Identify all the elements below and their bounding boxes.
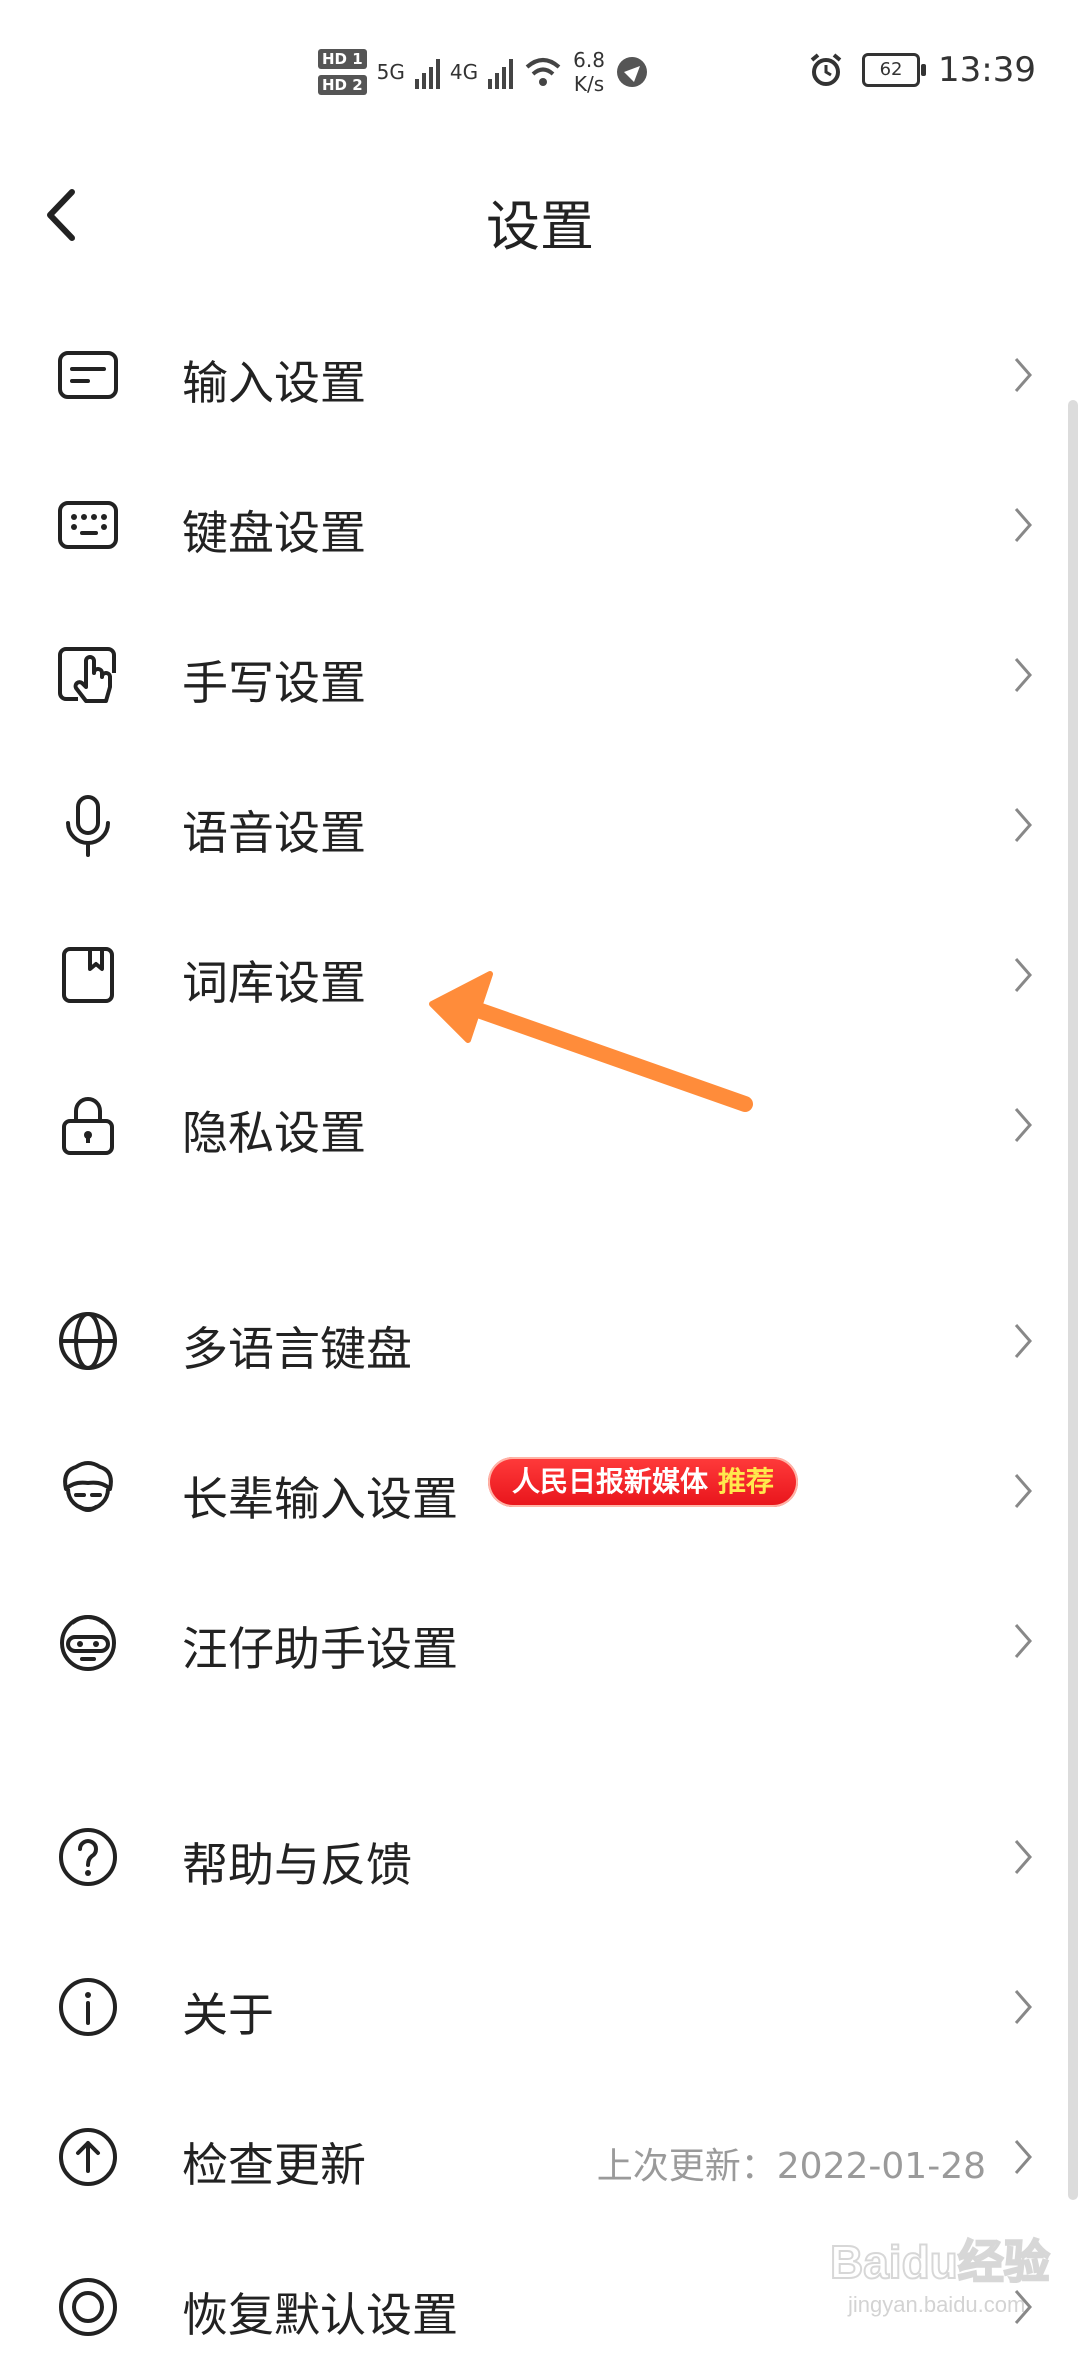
battery-icon: 62 xyxy=(862,53,927,87)
settings-item-label: 汪仔助手设置 xyxy=(182,1622,458,1676)
dictionary-icon xyxy=(62,947,114,1003)
chevron-right-icon xyxy=(1014,2140,1032,2174)
settings-item-dictionary[interactable]: 词库设置 xyxy=(0,903,1080,1043)
keyboard-icon xyxy=(58,501,118,549)
settings-item-label: 语音设置 xyxy=(182,806,366,860)
status-bar: HD 1 HD 2 5G 4G 6.8 K/s 62 13:39 xyxy=(0,0,1080,150)
settings-item-label: 关于 xyxy=(182,1988,274,2042)
watermark-sub: jingyan.baidu.com xyxy=(847,2292,1025,2317)
elder-face-icon xyxy=(63,1461,113,1512)
chevron-right-icon xyxy=(1014,1990,1032,2024)
wifi-icon xyxy=(525,58,561,86)
page-title: 设置 xyxy=(486,195,594,258)
sim1-indicator: HD 1 xyxy=(318,49,367,69)
settings-item-elder-input[interactable]: 长辈输入设置 人民日报新媒体 推荐 xyxy=(0,1419,1080,1559)
settings-item-label: 检查更新 xyxy=(182,2138,366,2192)
chevron-right-icon xyxy=(1014,658,1032,692)
settings-item-label: 输入设置 xyxy=(182,356,366,410)
settings-item-label: 多语言键盘 xyxy=(182,1322,412,1376)
chevron-right-icon xyxy=(1014,1324,1032,1358)
settings-item-help[interactable]: 帮助与反馈 xyxy=(0,1785,1080,1925)
sim2-indicator: HD 2 xyxy=(318,75,367,95)
info-icon xyxy=(59,1978,117,2036)
settings-item-multilanguage[interactable]: 多语言键盘 xyxy=(0,1269,1080,1409)
lock-icon xyxy=(62,1097,114,1155)
input-icon xyxy=(58,351,118,399)
settings-item-privacy[interactable]: 隐私设置 xyxy=(0,1053,1080,1193)
chevron-right-icon xyxy=(1014,1624,1032,1658)
settings-item-label: 键盘设置 xyxy=(182,506,366,560)
scrollbar[interactable] xyxy=(1068,400,1078,2200)
chevron-right-icon xyxy=(1014,358,1032,392)
badge-hot: 推荐 xyxy=(718,1465,775,1498)
signal-icon xyxy=(414,55,440,89)
restore-icon xyxy=(59,2278,117,2336)
status-left: HD 1 HD 2 5G 4G 6.8 K/s xyxy=(318,48,649,96)
settings-item-label: 词库设置 xyxy=(182,956,366,1010)
settings-item-label: 手写设置 xyxy=(182,656,366,710)
chevron-right-icon xyxy=(1014,958,1032,992)
net-speed-value: 6.8 xyxy=(573,48,605,72)
net-speed: 6.8 K/s xyxy=(573,48,605,96)
handwriting-icon xyxy=(58,647,116,703)
chevron-right-icon xyxy=(1014,508,1032,542)
chevron-right-icon xyxy=(1014,1840,1032,1874)
settings-item-assistant[interactable]: 汪仔助手设置 xyxy=(0,1569,1080,1709)
status-right: 62 13:39 xyxy=(808,50,1036,90)
signal-icon-2 xyxy=(488,55,514,89)
watermark-text: Baidu经验 xyxy=(830,2236,1050,2288)
settings-item-label: 帮助与反馈 xyxy=(182,1838,412,1892)
settings-item-label: 恢复默认设置 xyxy=(182,2288,458,2342)
globe-icon xyxy=(59,1312,117,1370)
assistant-face-icon xyxy=(60,1615,116,1671)
chevron-right-icon xyxy=(1014,1474,1032,1508)
baidu-watermark-logo: Baidu经验 jingyan.baidu.com xyxy=(829,2235,1051,2317)
settings-item-about[interactable]: 关于 xyxy=(0,1935,1080,2075)
badge-source: 人民日报新媒体 xyxy=(512,1465,709,1498)
settings-item-voice[interactable]: 语音设置 xyxy=(0,753,1080,893)
net-speed-unit: K/s xyxy=(573,72,605,96)
settings-item-input[interactable]: 输入设置 xyxy=(0,303,1080,443)
settings-item-handwriting[interactable]: 手写设置 xyxy=(0,603,1080,743)
update-icon xyxy=(59,2128,117,2186)
net2-label: 4G xyxy=(449,60,479,84)
help-icon xyxy=(59,1828,117,1886)
net1-label: 5G xyxy=(376,60,405,84)
settings-item-keyboard[interactable]: 键盘设置 xyxy=(0,453,1080,593)
clock: 13:39 xyxy=(938,50,1036,90)
chevron-right-icon xyxy=(1014,1108,1032,1142)
recommend-badge: 人民日报新媒体 推荐 xyxy=(488,1457,799,1507)
settings-item-check-update[interactable]: 检查更新 上次更新：2022-01-28 xyxy=(0,2085,1080,2225)
sim-indicators: HD 1 HD 2 xyxy=(318,49,367,95)
last-update-text: 上次更新：2022-01-28 xyxy=(596,2146,986,2187)
app-notification-icon xyxy=(616,57,647,87)
alarm-icon xyxy=(810,53,842,86)
microphone-icon xyxy=(66,795,110,857)
chevron-right-icon xyxy=(1014,808,1032,842)
header: 设置 xyxy=(0,150,1080,280)
settings-item-label: 长辈输入设置 xyxy=(182,1472,458,1526)
settings-item-label: 隐私设置 xyxy=(182,1106,366,1160)
